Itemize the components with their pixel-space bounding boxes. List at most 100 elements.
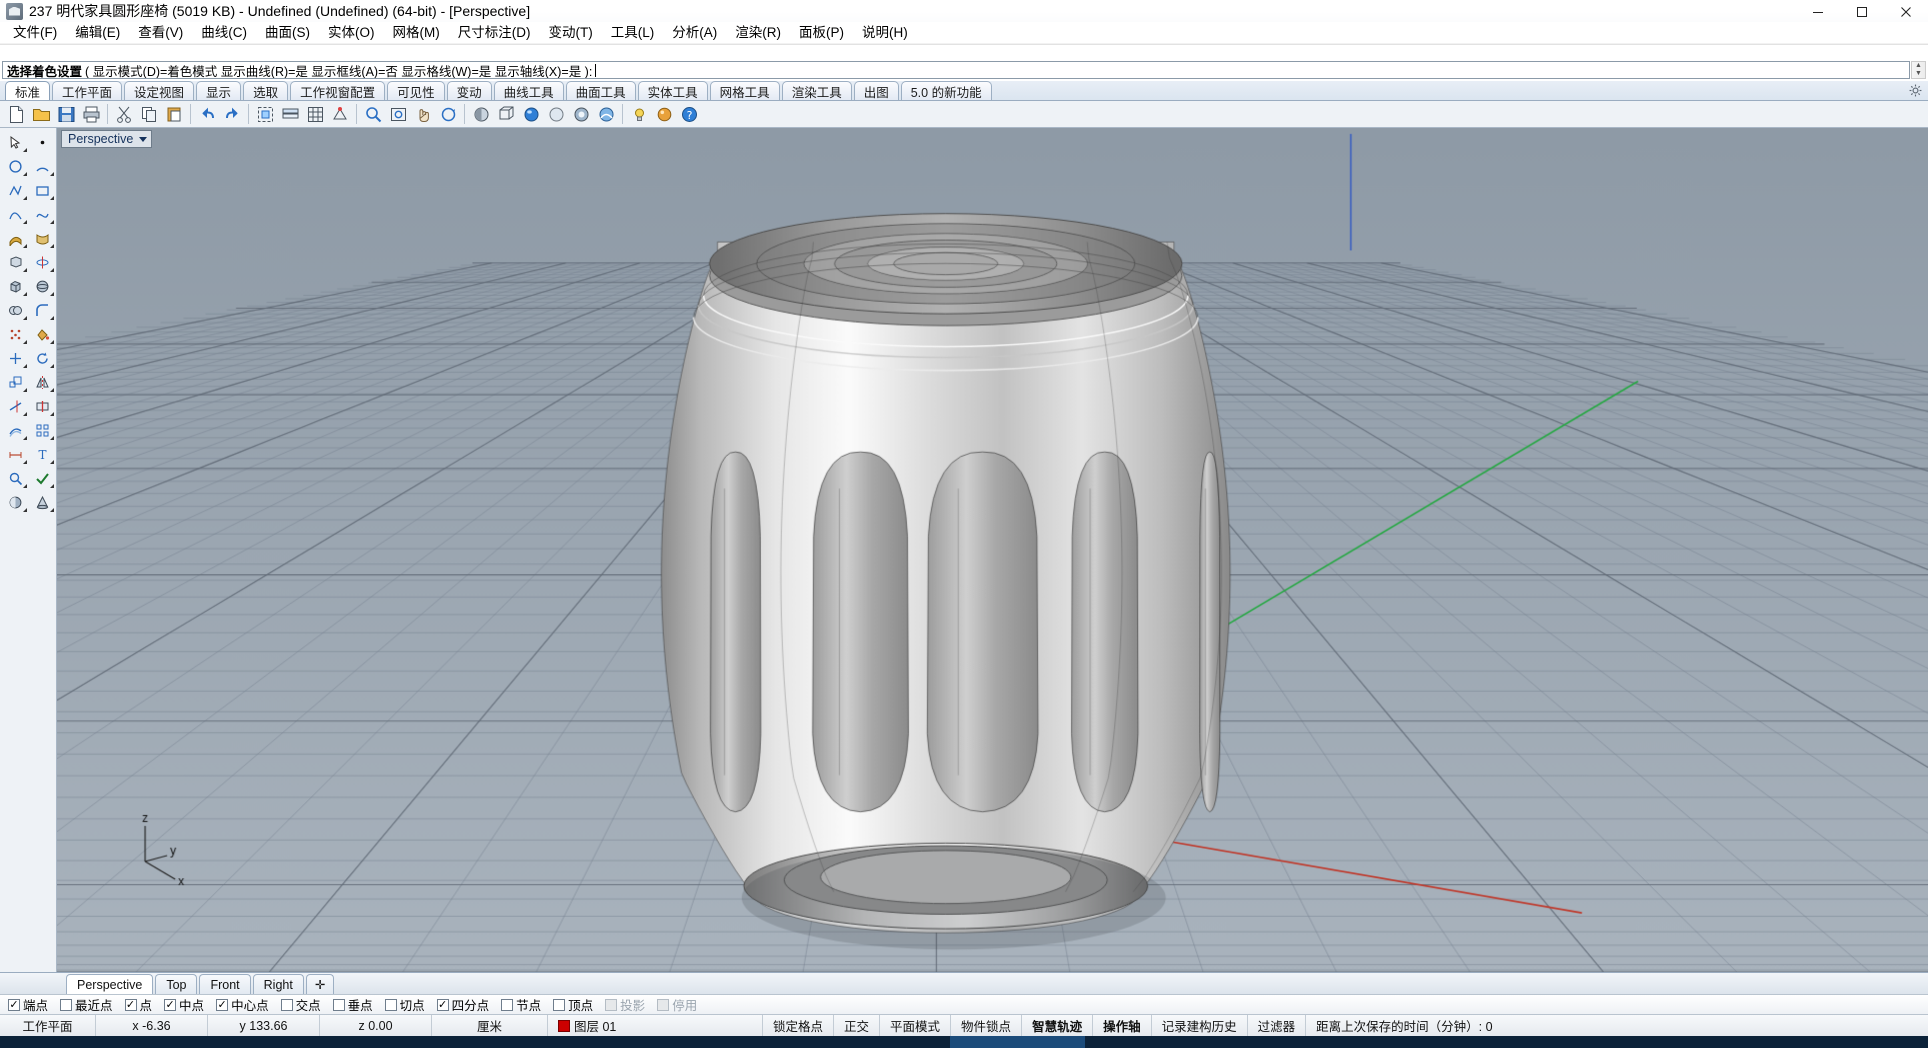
redo-icon[interactable] xyxy=(220,103,244,126)
pan-icon[interactable] xyxy=(411,103,435,126)
toggle-filter[interactable]: 过滤器 xyxy=(1248,1015,1307,1036)
toggle-smarttrack[interactable]: 智慧轨迹 xyxy=(1022,1015,1094,1036)
tab-setview[interactable]: 设定视图 xyxy=(124,81,195,100)
tab-display[interactable]: 显示 xyxy=(196,81,242,100)
toggle-ortho[interactable]: 正交 xyxy=(834,1015,881,1036)
boolean-union-icon[interactable] xyxy=(2,298,29,322)
checkbox-icon[interactable] xyxy=(332,998,345,1011)
revolve-surface-icon[interactable] xyxy=(29,250,56,274)
menu-edit[interactable]: 编辑(E) xyxy=(66,23,129,43)
checkbox-icon[interactable] xyxy=(436,998,449,1011)
viewport-3d-canvas[interactable] xyxy=(57,128,1928,972)
menu-solid[interactable]: 实体(O) xyxy=(319,23,384,43)
text-icon[interactable]: T xyxy=(29,442,56,466)
status-units[interactable]: 厘米 xyxy=(432,1015,548,1036)
point-cloud-icon[interactable] xyxy=(2,322,29,346)
zoom-window-icon[interactable] xyxy=(361,103,385,126)
menu-tools[interactable]: 工具(L) xyxy=(602,23,664,43)
osnap-tangent[interactable]: 切点 xyxy=(384,995,425,1014)
freeform-curve-icon[interactable] xyxy=(29,202,56,226)
scale-icon[interactable] xyxy=(2,370,29,394)
viewport-tab-right[interactable]: Right xyxy=(252,974,304,994)
osnap-quad[interactable]: 四分点 xyxy=(436,995,489,1014)
help-icon[interactable]: ? xyxy=(677,103,701,126)
surface-from-curves-icon[interactable] xyxy=(2,226,29,250)
viewport-tab-perspective[interactable]: Perspective xyxy=(66,974,154,994)
paste-icon[interactable] xyxy=(162,103,186,126)
tab-surface-tools[interactable]: 曲面工具 xyxy=(565,81,636,100)
open-file-icon[interactable] xyxy=(29,103,53,126)
osnap-vertex[interactable]: 顶点 xyxy=(553,995,593,1014)
minimize-icon[interactable] xyxy=(1796,0,1840,23)
osnap-end[interactable]: 端点 xyxy=(8,995,48,1014)
render-preview-icon[interactable] xyxy=(2,490,29,514)
menu-curve[interactable]: 曲线(C) xyxy=(192,23,256,43)
scroll-down-icon[interactable]: ▼ xyxy=(1915,70,1922,78)
add-viewport-icon[interactable]: ✛ xyxy=(305,974,335,994)
dimension-icon[interactable] xyxy=(2,442,29,466)
command-input[interactable]: 选择着色设置 ( 显示模式(D)=着色模式 显示曲线(R)=是 显示框线(A)=… xyxy=(2,61,1910,79)
snap-toggle-icon[interactable] xyxy=(328,103,352,126)
menu-panels[interactable]: 面板(P) xyxy=(790,23,853,43)
tab-cplane[interactable]: 工作平面 xyxy=(52,81,123,100)
toggle-osnap[interactable]: 物件锁点 xyxy=(951,1015,1023,1036)
menu-surface[interactable]: 曲面(S) xyxy=(256,23,319,43)
menu-render[interactable]: 渲染(R) xyxy=(726,23,790,43)
toggle-snap-grid[interactable]: 锁定格点 xyxy=(763,1015,835,1036)
menu-analyze[interactable]: 分析(A) xyxy=(663,23,726,43)
zoom-extents-icon[interactable] xyxy=(386,103,410,126)
checkbox-icon[interactable] xyxy=(280,998,293,1011)
osnap-perp[interactable]: 垂点 xyxy=(332,995,373,1014)
checkbox-icon[interactable] xyxy=(124,998,137,1011)
osnap-near[interactable]: 最近点 xyxy=(60,995,113,1014)
osnap-project[interactable]: 投影 xyxy=(605,995,645,1014)
cut-icon[interactable] xyxy=(112,103,136,126)
layer-color-swatch[interactable] xyxy=(558,1019,570,1032)
command-scrollbar[interactable]: ▲ ▼ xyxy=(1911,61,1926,79)
new-file-icon[interactable] xyxy=(4,103,28,126)
tab-solid-tools[interactable]: 实体工具 xyxy=(637,81,708,100)
perspective-viewport[interactable]: Perspective xyxy=(57,128,1928,972)
checkbox-icon[interactable] xyxy=(216,998,229,1011)
copy-icon[interactable] xyxy=(137,103,161,126)
array-icon[interactable] xyxy=(29,418,56,442)
lighting-icon[interactable] xyxy=(627,103,651,126)
status-layer[interactable]: 图层 01 xyxy=(548,1015,763,1036)
select-arrow-icon[interactable] xyxy=(2,130,29,154)
osnap-mid[interactable]: 中点 xyxy=(164,995,204,1014)
checkbox-icon[interactable] xyxy=(164,998,177,1011)
status-cplane[interactable]: 工作平面 xyxy=(0,1015,96,1036)
fillet-edge-icon[interactable] xyxy=(29,298,56,322)
toggle-record-history[interactable]: 记录建构历史 xyxy=(1152,1015,1248,1036)
checkbox-icon[interactable] xyxy=(553,998,566,1011)
tab-drafting[interactable]: 出图 xyxy=(853,81,899,100)
toggle-gumball[interactable]: 操作轴 xyxy=(1093,1015,1152,1036)
rotate-icon[interactable] xyxy=(29,346,56,370)
gear-icon[interactable] xyxy=(1909,84,1922,97)
rotate-view-icon[interactable] xyxy=(436,103,460,126)
scroll-up-icon[interactable]: ▲ xyxy=(1915,62,1922,70)
viewport-title-label[interactable]: Perspective xyxy=(61,130,153,148)
tab-visibility[interactable]: 可见性 xyxy=(387,81,445,100)
grid-icon[interactable] xyxy=(303,103,327,126)
menu-dimension[interactable]: 尺寸标注(D) xyxy=(449,23,540,43)
artistic-view-icon[interactable] xyxy=(594,103,618,126)
close-icon[interactable] xyxy=(1884,0,1928,23)
render-icon[interactable] xyxy=(519,103,543,126)
box-solid-icon[interactable] xyxy=(2,274,29,298)
rectangle-icon[interactable] xyxy=(29,178,56,202)
arc-icon[interactable] xyxy=(29,154,56,178)
checkbox-icon[interactable] xyxy=(657,998,670,1011)
print-icon[interactable] xyxy=(79,103,103,126)
viewport-tab-top[interactable]: Top xyxy=(155,974,198,994)
analyze-icon[interactable] xyxy=(2,466,29,490)
tab-mesh-tools[interactable]: 网格工具 xyxy=(709,81,780,100)
menu-view[interactable]: 查看(V) xyxy=(129,23,192,43)
osnap-knot[interactable]: 节点 xyxy=(501,995,541,1014)
tab-viewport-layout[interactable]: 工作视窗配置 xyxy=(290,81,386,100)
curve-icon[interactable] xyxy=(2,202,29,226)
menu-help[interactable]: 说明(H) xyxy=(853,23,917,43)
undo-icon[interactable] xyxy=(195,103,219,126)
offset-icon[interactable] xyxy=(2,418,29,442)
toggle-planar[interactable]: 平面模式 xyxy=(880,1015,952,1036)
